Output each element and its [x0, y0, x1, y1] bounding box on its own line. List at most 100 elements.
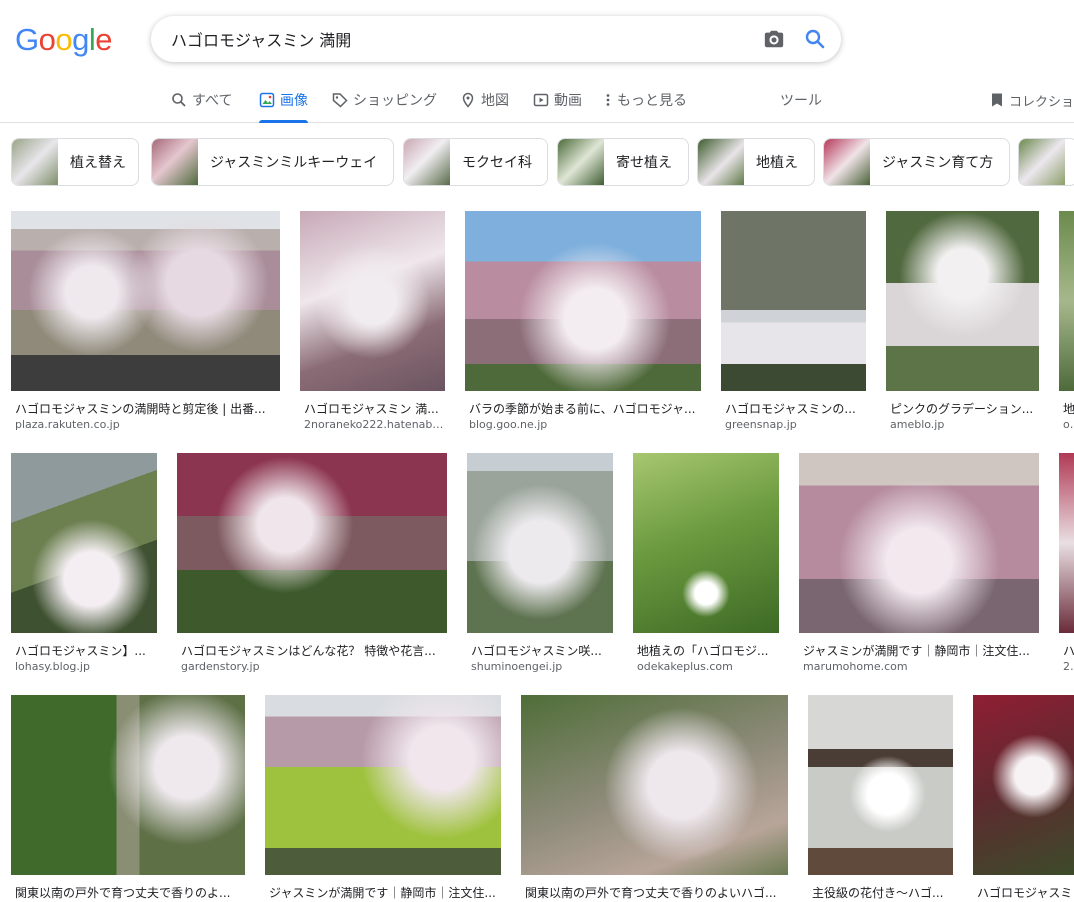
- logo-letter: e: [95, 22, 113, 57]
- result-image[interactable]: [1059, 453, 1074, 633]
- chip[interactable]: ジャスミン育て方: [823, 138, 1010, 186]
- chip-thumbnail: [404, 139, 450, 185]
- result-image[interactable]: [1059, 211, 1074, 391]
- result-source[interactable]: 2r: [1063, 660, 1074, 673]
- result-image[interactable]: [467, 453, 613, 633]
- tab-label: 動画: [554, 93, 582, 109]
- map-pin-icon: [462, 92, 474, 108]
- collections-button[interactable]: コレクショ: [990, 78, 1074, 122]
- tab-label: もっと見る: [617, 93, 687, 109]
- logo-letter: g: [72, 22, 89, 57]
- search-box: [151, 16, 841, 62]
- tab-images[interactable]: 画像: [259, 78, 308, 123]
- result-title[interactable]: ハゴロモジャスミン 満...: [304, 400, 444, 417]
- chip[interactable]: [1018, 138, 1074, 186]
- result-title[interactable]: ハゴロモジャスミン咲...: [471, 642, 611, 659]
- result-image[interactable]: [521, 695, 788, 875]
- tab-label: 画像: [280, 93, 308, 109]
- tag-icon: [332, 93, 348, 108]
- related-search-chips: 植え替え ジャスミンミルキーウェイ モクセイ科 寄せ植え 地植え ジャスミン育て…: [0, 138, 1074, 188]
- tab-more[interactable]: もっと見る: [604, 78, 687, 122]
- image-icon: [259, 92, 275, 108]
- result-source[interactable]: marumohome.com: [803, 660, 1039, 673]
- tab-label: コレクショ: [1009, 94, 1074, 110]
- search-tabs: すべて 画像 ショッピング 地図 動画 もっと見る ツール コレクショ: [0, 78, 1074, 123]
- result-image[interactable]: [177, 453, 447, 633]
- google-logo[interactable]: Google: [15, 22, 113, 58]
- result-image[interactable]: [465, 211, 701, 391]
- result-title[interactable]: 地...: [1063, 400, 1074, 417]
- result-image[interactable]: [973, 695, 1074, 875]
- tab-label: ショッピング: [353, 93, 437, 109]
- tab-label: 地図: [481, 93, 509, 109]
- chip[interactable]: 地植え: [697, 138, 815, 186]
- result-title[interactable]: 関東以南の戸外で育つ丈夫で香りのよ...: [15, 884, 243, 901]
- result-image[interactable]: [721, 211, 866, 391]
- result-title[interactable]: ジャスミンが満開です｜静岡市｜注文住...: [803, 642, 1039, 659]
- result-title[interactable]: バラの季節が始まる前に、ハゴロモジャ...: [469, 400, 701, 417]
- result-source[interactable]: 2noraneko222.hatenablo...: [304, 418, 444, 431]
- tab-label: すべて: [192, 93, 233, 109]
- tools-button[interactable]: ツール: [780, 78, 822, 122]
- camera-icon[interactable]: [763, 28, 785, 50]
- logo-letter: G: [15, 22, 39, 57]
- bookmark-icon: [992, 93, 1002, 107]
- search-icon[interactable]: [803, 27, 827, 51]
- result-title[interactable]: ハゴロモジャスミンの満開時と剪定後 | 出番...: [15, 400, 277, 417]
- result-title[interactable]: ピンクのグラデーション...: [890, 400, 1038, 417]
- result-source[interactable]: odekakeplus.com: [637, 660, 777, 673]
- result-image[interactable]: [265, 695, 501, 875]
- result-title[interactable]: ハゴロモジャスミ: [977, 884, 1074, 901]
- tab-videos[interactable]: 動画: [533, 78, 582, 122]
- result-source[interactable]: oc: [1063, 418, 1074, 431]
- chip-label: ジャスミン育て方: [882, 155, 994, 171]
- chip-thumbnail: [824, 139, 870, 185]
- result-title[interactable]: ジャスミンが満開です｜静岡市｜注文住...: [269, 884, 499, 901]
- result-source[interactable]: greensnap.jp: [725, 418, 865, 431]
- chip[interactable]: 寄せ植え: [557, 138, 689, 186]
- result-title[interactable]: ハゴロモジャスミン】...: [15, 642, 155, 659]
- result-source[interactable]: ameblo.jp: [890, 418, 1038, 431]
- tab-maps[interactable]: 地図: [460, 78, 509, 122]
- chip[interactable]: ジャスミンミルキーウェイ: [151, 138, 394, 186]
- chip-thumbnail: [12, 139, 58, 185]
- result-image[interactable]: [633, 453, 779, 633]
- result-source[interactable]: shuminoengei.jp: [471, 660, 611, 673]
- result-title[interactable]: ハ...: [1063, 642, 1074, 659]
- tab-label: ツール: [780, 93, 822, 109]
- result-image[interactable]: [11, 211, 280, 391]
- logo-letter: o: [38, 22, 56, 57]
- chip-label: モクセイ科: [462, 155, 532, 171]
- chip-label: 地植え: [756, 155, 798, 171]
- result-title[interactable]: ハゴロモジャスミンの...: [725, 400, 865, 417]
- chip-thumbnail: [558, 139, 604, 185]
- result-image[interactable]: [799, 453, 1039, 633]
- result-image[interactable]: [11, 695, 245, 875]
- result-title[interactable]: 関東以南の戸外で育つ丈夫で香りのよいハゴ...: [525, 884, 787, 901]
- logo-letter: o: [55, 22, 73, 57]
- result-source[interactable]: blog.goo.ne.jp: [469, 418, 701, 431]
- result-title[interactable]: 主役級の花付き～ハゴ...: [812, 884, 952, 901]
- chip-thumbnail: [1019, 139, 1065, 185]
- tab-all[interactable]: すべて: [171, 78, 232, 122]
- result-source[interactable]: plaza.rakuten.co.jp: [15, 418, 277, 431]
- chip[interactable]: 植え替え: [11, 138, 139, 186]
- search-input[interactable]: [171, 27, 731, 51]
- chip-thumbnail: [698, 139, 744, 185]
- chip-label: ジャスミンミルキーウェイ: [210, 155, 378, 171]
- result-title[interactable]: ハゴロモジャスミンはどんな花？ 特徴や花言...: [181, 642, 445, 659]
- play-icon: [533, 93, 549, 107]
- chip-thumbnail: [152, 139, 198, 185]
- result-image[interactable]: [300, 211, 445, 391]
- result-source[interactable]: lohasy.blog.jp: [15, 660, 155, 673]
- result-image[interactable]: [808, 695, 953, 875]
- result-image[interactable]: [11, 453, 157, 633]
- search-icon: [172, 93, 186, 107]
- more-vert-icon: [606, 94, 610, 106]
- chip-label: 植え替え: [70, 155, 126, 171]
- result-source[interactable]: gardenstory.jp: [181, 660, 445, 673]
- result-image[interactable]: [886, 211, 1039, 391]
- chip[interactable]: モクセイ科: [403, 138, 548, 186]
- tab-shopping[interactable]: ショッピング: [332, 78, 437, 122]
- result-title[interactable]: 地植えの「ハゴロモジ...: [637, 642, 777, 659]
